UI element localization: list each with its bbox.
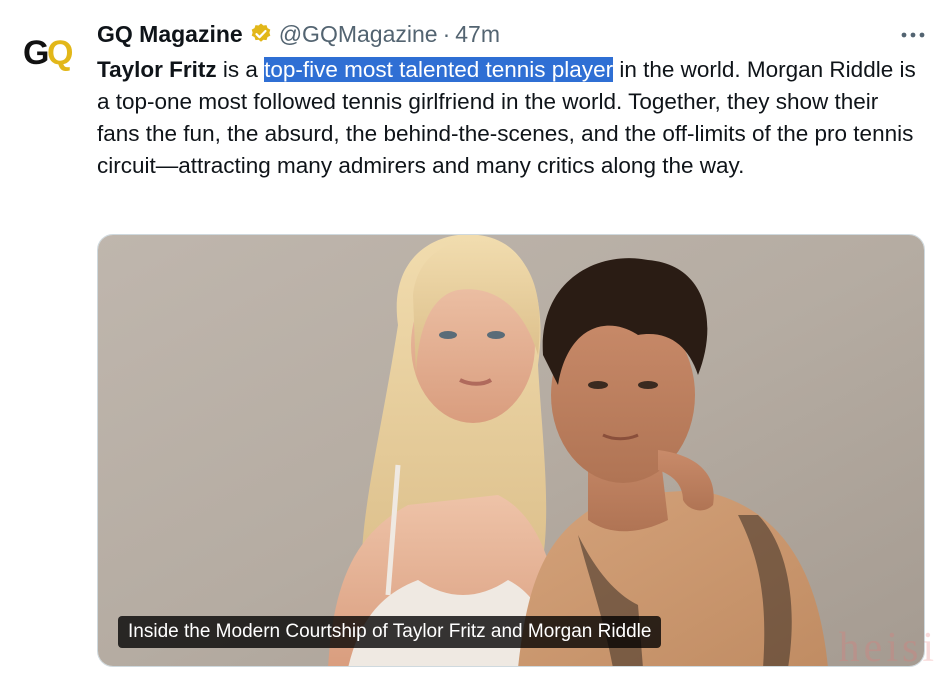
display-name[interactable]: GQ Magazine bbox=[97, 21, 243, 48]
tweet: G Q GQ Magazine @GQMagazine · 47m Taylor… bbox=[0, 0, 952, 678]
avatar[interactable]: G Q bbox=[20, 24, 80, 78]
gq-logo-icon: G Q bbox=[23, 34, 73, 71]
user-handle[interactable]: @GQMagazine bbox=[279, 21, 438, 48]
highlighted-selection: top-five most talented tennis player bbox=[264, 57, 614, 82]
text-before-highlight: is a bbox=[216, 57, 265, 82]
svg-text:G: G bbox=[23, 34, 49, 71]
more-options-button[interactable] bbox=[898, 22, 928, 48]
link-card-image[interactable]: Inside the Modern Courtship of Taylor Fr… bbox=[97, 234, 925, 667]
photo-couple-image bbox=[98, 235, 924, 666]
verified-badge-icon[interactable] bbox=[249, 22, 273, 46]
separator-dot: · bbox=[442, 20, 451, 47]
card-title[interactable]: Inside the Modern Courtship of Taylor Fr… bbox=[118, 616, 662, 648]
svg-text:Q: Q bbox=[47, 34, 73, 71]
tweet-text: Taylor Fritz is a top-five most talented… bbox=[97, 54, 927, 182]
more-horizontal-icon bbox=[901, 32, 925, 38]
tweet-header: GQ Magazine @GQMagazine · 47m bbox=[97, 18, 500, 50]
mention-name: Taylor Fritz bbox=[97, 57, 217, 82]
timestamp[interactable]: 47m bbox=[455, 21, 500, 48]
